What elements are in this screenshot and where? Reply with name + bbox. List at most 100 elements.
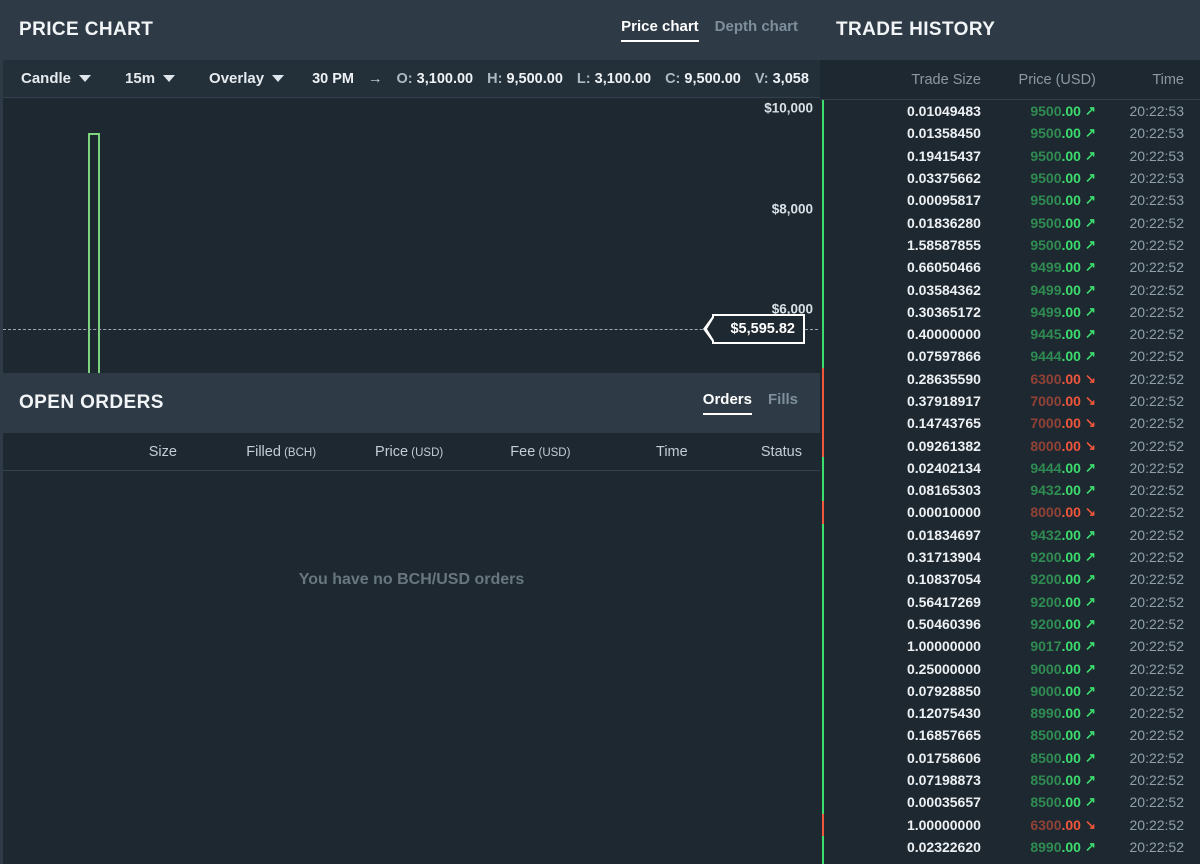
trade-side-accent-bar — [822, 768, 824, 792]
trade-size: 0.01049483 — [906, 103, 981, 120]
trade-history-title: TRADE HISTORY — [836, 19, 996, 40]
trade-history-row[interactable]: 0.01836280 9500.00 ↗ 20:22:52 — [820, 211, 1200, 234]
trade-history-row[interactable]: 0.14743765 7000.00 ↘ 20:22:52 — [820, 412, 1200, 435]
trade-side-accent-bar — [822, 122, 824, 145]
trade-size: 0.01836280 — [906, 214, 981, 231]
trade-history-row[interactable]: 0.01049483 9500.00 ↗ 20:22:53 — [820, 100, 1200, 123]
trade-history-row[interactable]: 0.50460396 9200.00 ↗ 20:22:52 — [820, 612, 1200, 636]
trade-history-row[interactable]: 0.08165303 9432.00 ↗ 20:22:52 — [820, 479, 1200, 502]
trade-size: 0.00095817 — [906, 192, 981, 209]
trade-price-integer: 9500 — [1030, 103, 1062, 120]
trade-history-row[interactable]: 0.01358450 9500.00 ↗ 20:22:53 — [820, 122, 1200, 145]
trade-history-list[interactable]: 0.01049483 9500.00 ↗ 20:22:53 0.01358450 9500… — [820, 100, 1200, 864]
trade-history-row[interactable]: 0.00010000 8000.00 ↘ 20:22:52 — [820, 501, 1200, 524]
open-orders-tabs: Orders Fills — [702, 391, 804, 415]
arrow-up-right-icon: ↗ — [1084, 526, 1096, 542]
trade-price: 9499.00 ↗ — [981, 282, 1096, 298]
chart-plot-area[interactable]: $2,000$4,000$6,000$8,000$10,0009 PMDec 2… — [3, 98, 820, 373]
trade-history-row[interactable]: 0.31713904 9200.00 ↗ 20:22:52 — [820, 545, 1200, 569]
trade-price-decimal: .00 — [1061, 638, 1081, 655]
trade-price-value: 8000.00 — [1030, 438, 1081, 454]
trade-history-row[interactable]: 0.28635590 6300.00 ↘ 20:22:52 — [820, 367, 1200, 390]
trade-time: 20:22:52 — [1129, 749, 1185, 766]
ohlc-high: H: 9,500.00 — [487, 70, 563, 87]
arrow-up-right-icon: ↗ — [1084, 615, 1096, 631]
trade-price-value: 9500.00 — [1030, 125, 1081, 141]
trade-price-decimal: .00 — [1061, 437, 1081, 454]
trade-side-accent-bar — [822, 523, 824, 546]
trade-history-row[interactable]: 0.25000000 9000.00 ↗ 20:22:52 — [820, 657, 1200, 680]
tab-fills[interactable]: Fills — [768, 391, 798, 415]
trade-history-row[interactable]: 1.58587855 9500.00 ↗ 20:22:52 — [820, 233, 1200, 257]
trade-price-value: 9432.00 — [1030, 482, 1081, 498]
trade-price-decimal: .00 — [1061, 482, 1081, 499]
trade-history-row[interactable]: 0.30365172 9499.00 ↗ 20:22:52 — [820, 300, 1200, 323]
trade-size: 0.02322620 — [906, 838, 981, 855]
trade-history-row[interactable]: 0.56417269 9200.00 ↗ 20:22:52 — [820, 590, 1200, 613]
trade-history-row[interactable]: 0.37918917 7000.00 ↘ 20:22:52 — [820, 389, 1200, 413]
open-orders-header: OPEN ORDERS Orders Fills — [3, 373, 820, 433]
trade-side-accent-bar — [822, 389, 824, 413]
trade-price-decimal: .00 — [1061, 615, 1081, 632]
trade-history-row[interactable]: 0.00095817 9500.00 ↗ 20:22:53 — [820, 189, 1200, 212]
trade-history-column-0: Trade Size — [911, 71, 981, 88]
trade-price-integer: 9500 — [1030, 192, 1062, 209]
trade-history-row[interactable]: 0.07597866 9444.00 ↗ 20:22:52 — [820, 345, 1200, 368]
trade-price-decimal: .00 — [1061, 794, 1081, 811]
trade-history-row[interactable]: 0.09261382 8000.00 ↘ 20:22:52 — [820, 434, 1200, 457]
trade-history-row[interactable]: 0.07928850 9000.00 ↗ 20:22:52 — [820, 679, 1200, 703]
trade-history-row[interactable]: 0.01758606 8500.00 ↗ 20:22:52 — [820, 746, 1200, 769]
trade-history-row[interactable]: 0.03584362 9499.00 ↗ 20:22:52 — [820, 278, 1200, 301]
interval-select[interactable]: 15m — [125, 70, 176, 87]
trade-side-accent-bar — [822, 278, 824, 301]
trade-price: 8990.00↗ — [981, 705, 1096, 721]
trade-side-accent-bar — [822, 813, 824, 836]
trade-price-decimal: .00 — [1061, 348, 1081, 365]
trade-size: 0.08165303 — [906, 482, 981, 499]
trade-price-integer: 9499 — [1030, 259, 1062, 276]
arrow-up-right-icon: ↗ — [1084, 170, 1096, 186]
trade-side-accent-bar — [822, 345, 824, 368]
ohlc-close: C: 9,500.00 — [665, 70, 741, 87]
trade-time: 20:22:52 — [1129, 214, 1185, 231]
trade-history-row[interactable]: 0.00035657 8500.00 ↗ 20:22:52 — [820, 791, 1200, 814]
trade-history-row[interactable]: 0.66050466 9499.00 ↗ 20:22:52 — [820, 256, 1200, 279]
trade-history-row[interactable]: 0.01834697 9432.00 ↗ 20:22:52 — [820, 523, 1200, 546]
current-price-line — [3, 329, 820, 331]
trade-history-row[interactable]: 0.40000000 9445.00 ↗ 20:22:52 — [820, 322, 1200, 346]
trade-side-accent-bar — [822, 724, 824, 747]
trade-side-accent-bar — [822, 300, 824, 323]
trade-history-row[interactable]: 0.16857665 8500.00 ↗ 20:22:52 — [820, 724, 1200, 747]
column-label: Time — [656, 443, 688, 460]
tab-depth-chart[interactable]: Depth chart — [715, 18, 798, 42]
trade-price-value: 9499.00 — [1030, 304, 1081, 320]
trade-history-row[interactable]: 0.008619258990.00↗20:22:52 — [820, 858, 1200, 864]
trade-price: 9444.00 ↗ — [981, 348, 1096, 364]
trade-side-accent-bar — [822, 166, 824, 190]
trade-history-row[interactable]: 0.19415437 9500.00 ↗ 20:22:53 — [820, 144, 1200, 167]
trade-history-row[interactable]: 0.10837054 9200.00 ↗ 20:22:52 — [820, 568, 1200, 591]
open-orders-column-headers: Size Filled (BCH) Price (USD) Fee (USD) Time… — [3, 433, 820, 471]
trade-time: 20:22:52 — [1129, 281, 1185, 298]
trade-history-row[interactable]: 1.00000000 6300.00 ↘ 20:22:52 — [820, 813, 1200, 836]
trade-time: 20:22:53 — [1129, 103, 1185, 120]
arrow-up-right-icon: ↗ — [1084, 192, 1096, 208]
trade-price: 9499.00 ↗ — [981, 259, 1096, 275]
trade-history-row[interactable]: 0.07198873 8500.00 ↗ 20:22:52 — [820, 768, 1200, 792]
trade-history-row[interactable]: 0.12075430 8990.00 ↗ 20:22:52 — [820, 702, 1200, 725]
trade-price-decimal: .00 — [1061, 705, 1081, 722]
trade-history-row[interactable]: 0.02402134 9444.00 ↗ 20:22:52 — [820, 456, 1200, 480]
tab-orders[interactable]: Orders — [702, 391, 752, 415]
chart-type-select[interactable]: Candle — [21, 70, 92, 87]
chart-body[interactable]: $2,000$4,000$6,000$8,000$10,0009 PMDec 2… — [3, 98, 820, 373]
arrow-down-right-icon: ↘ — [1084, 437, 1096, 453]
trade-time: 20:22:52 — [1129, 682, 1185, 699]
trade-history-row[interactable]: 1.00000000 9017.00 ↗ 20:22:52 — [820, 635, 1200, 658]
trade-price-value: 8990.00 — [1030, 705, 1081, 721]
overlay-select[interactable]: Overlay — [209, 70, 285, 87]
trade-history-row[interactable]: 0.02322620 8990.00 ↗ 20:22:52 — [820, 835, 1200, 859]
tab-price-chart[interactable]: Price chart — [621, 18, 699, 42]
trade-time: 20:22:52 — [1129, 638, 1185, 655]
trade-size: 0.14743765 — [906, 415, 981, 432]
trade-history-row[interactable]: 0.03375662 9500.00 ↗ 20:22:53 — [820, 166, 1200, 190]
